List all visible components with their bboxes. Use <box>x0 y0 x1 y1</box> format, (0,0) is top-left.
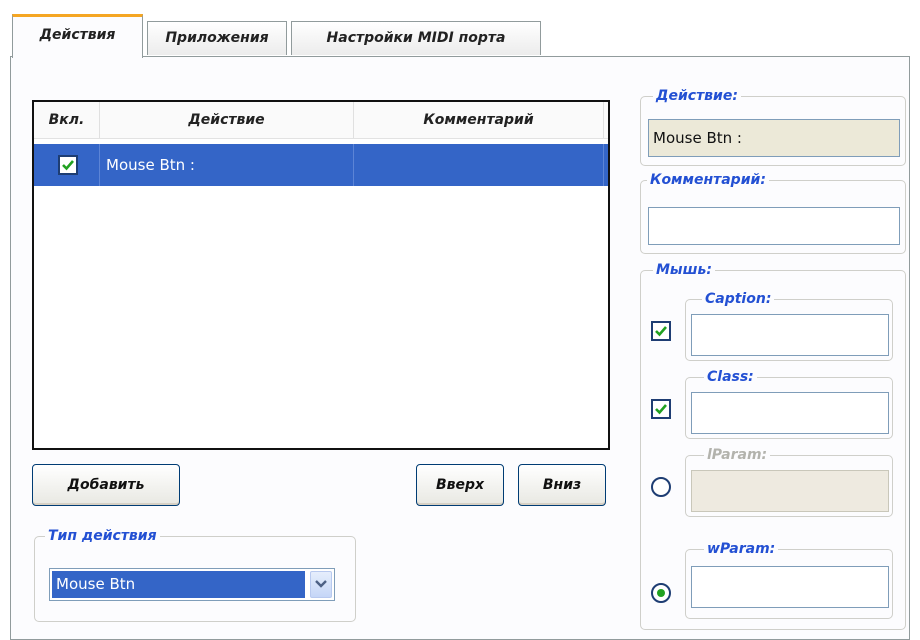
wparam-legend: wParam: <box>704 541 779 557</box>
action-type-select[interactable]: Mouse Btn <box>49 568 335 601</box>
lparam-field <box>691 470 889 512</box>
actions-list[interactable]: Вкл. Действие Комментарий Mouse Btn : <box>32 100 610 450</box>
caption-checkbox[interactable] <box>651 321 671 341</box>
wparam-group: wParam: <box>685 541 893 619</box>
list-item-action: Mouse Btn : <box>100 144 354 186</box>
radio-selected-dot-icon <box>657 589 665 597</box>
class-field[interactable] <box>691 392 889 434</box>
action-type-legend: Тип действия <box>45 528 160 544</box>
caption-legend: Caption: <box>702 291 775 307</box>
list-item-comment <box>354 144 604 186</box>
move-down-button[interactable]: Вниз <box>518 464 606 506</box>
caption-field[interactable] <box>691 314 889 356</box>
action-type-group: Тип действия Mouse Btn <box>34 528 356 622</box>
action-type-selected-value: Mouse Btn <box>52 571 305 598</box>
list-item-enabled-cell <box>34 144 100 186</box>
class-legend: Class: <box>704 369 757 385</box>
chevron-down-icon <box>315 580 327 588</box>
move-up-button[interactable]: Вверх <box>416 464 504 506</box>
class-checkbox[interactable] <box>651 399 671 419</box>
lparam-legend: lParam: <box>704 447 771 463</box>
tab-applications[interactable]: Приложения <box>147 21 287 55</box>
enabled-checkbox[interactable] <box>58 155 78 175</box>
column-header-comment[interactable]: Комментарий <box>354 102 604 138</box>
checkmark-icon <box>655 326 667 337</box>
checkmark-icon <box>62 160 74 171</box>
add-button[interactable]: Добавить <box>32 464 180 506</box>
list-item[interactable]: Mouse Btn : <box>34 144 608 186</box>
wparam-radio[interactable] <box>651 583 671 603</box>
checkmark-icon <box>655 404 667 415</box>
tab-midi-port-settings[interactable]: Настройки MIDI порта <box>291 21 541 55</box>
comment-legend: Комментарий: <box>647 172 769 188</box>
column-header-enabled[interactable]: Вкл. <box>34 102 100 138</box>
dropdown-button[interactable] <box>310 571 332 598</box>
column-header-action[interactable]: Действие <box>100 102 354 138</box>
lparam-radio[interactable] <box>651 477 671 497</box>
caption-group: Caption: <box>685 291 893 361</box>
tab-strip: Действия Приложения Настройки MIDI порта <box>12 12 542 58</box>
lparam-group: lParam: <box>685 447 893 517</box>
comment-field[interactable] <box>648 207 900 245</box>
tab-actions[interactable]: Действия <box>12 14 143 58</box>
action-legend: Действие: <box>653 88 741 104</box>
wparam-field[interactable] <box>691 566 889 608</box>
action-field[interactable]: Mouse Btn : <box>648 119 900 157</box>
class-group: Class: <box>685 369 893 439</box>
comment-group: Комментарий: <box>640 172 906 254</box>
action-group: Действие: Mouse Btn : <box>640 88 906 166</box>
mouse-group: Мышь: Caption: Class: lParam: wParam: <box>640 262 906 630</box>
mouse-legend: Мышь: <box>653 262 715 278</box>
list-header: Вкл. Действие Комментарий <box>34 102 608 139</box>
